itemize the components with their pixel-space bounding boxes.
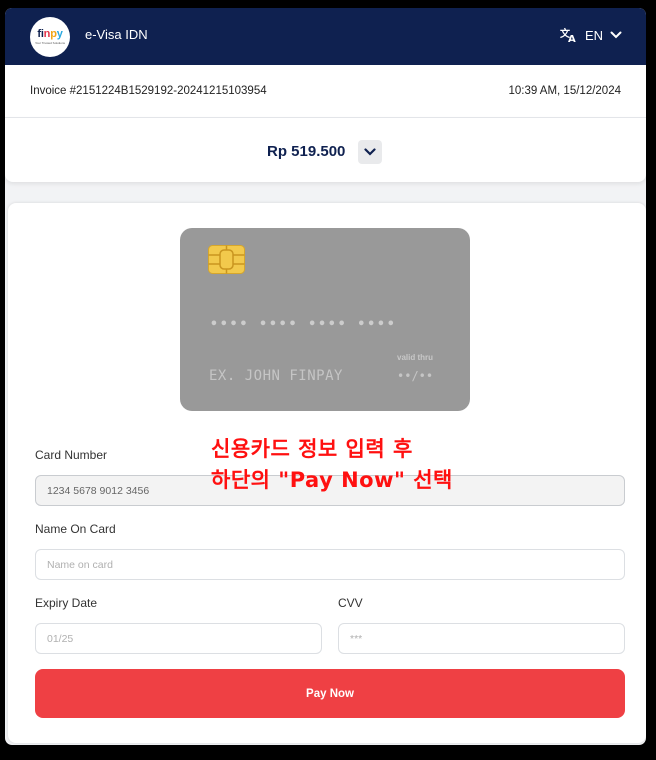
amount-value: Rp 519.500 bbox=[267, 143, 346, 160]
translate-icon: 文 A bbox=[560, 27, 578, 43]
expiry-date-label: Expiry Date bbox=[35, 596, 98, 610]
pay-now-button[interactable]: Pay Now bbox=[35, 669, 625, 718]
credit-card-preview: •••• •••• •••• •••• EX. JOHN FINPAY vali… bbox=[180, 228, 470, 411]
annotation-line-2: 하단의 "Pay Now" 선택 bbox=[211, 468, 453, 492]
app-title: e-Visa IDN bbox=[85, 27, 148, 42]
cvv-input[interactable] bbox=[348, 631, 615, 646]
name-on-card-input[interactable] bbox=[45, 557, 615, 572]
invoice-number: Invoice #2151224B1529192-20241215103954 bbox=[30, 85, 267, 97]
finpay-logo: finpy Your Trusted Solutions bbox=[30, 17, 70, 57]
logo-tagline: Your Trusted Solutions bbox=[34, 41, 66, 45]
svg-text:A: A bbox=[568, 34, 576, 43]
payment-window: finpy Your Trusted Solutions e-Visa IDN … bbox=[5, 8, 646, 745]
annotation-line-1: 신용카드 정보 입력 후 bbox=[211, 437, 413, 461]
name-on-card-field[interactable] bbox=[35, 549, 625, 580]
card-expiry-mask: ••/•• bbox=[397, 369, 434, 383]
name-on-card-label: Name On Card bbox=[35, 522, 116, 536]
logo-wordmark: finpy bbox=[37, 28, 63, 40]
card-number-mask: •••• •••• •••• •••• bbox=[210, 317, 397, 332]
amount-details-toggle[interactable] bbox=[358, 140, 382, 164]
card-chip-icon bbox=[208, 245, 245, 279]
valid-thru-label: valid thru bbox=[397, 353, 434, 362]
expiry-date-input[interactable] bbox=[45, 631, 312, 646]
card-holder-name: EX. JOHN FINPAY bbox=[209, 368, 343, 384]
cvv-label: CVV bbox=[338, 596, 363, 610]
amount-panel: Rp 519.500 bbox=[5, 118, 646, 182]
language-selector[interactable]: 文 A EN bbox=[560, 27, 622, 43]
invoice-row: Invoice #2151224B1529192-20241215103954 … bbox=[5, 65, 646, 118]
expiry-date-field[interactable] bbox=[35, 623, 322, 654]
language-label: EN bbox=[584, 27, 603, 43]
invoice-datetime: 10:39 AM, 15/12/2024 bbox=[508, 85, 621, 97]
top-bar: finpy Your Trusted Solutions e-Visa IDN … bbox=[5, 8, 646, 65]
card-number-label: Card Number bbox=[35, 448, 108, 462]
instruction-annotation: 신용카드 정보 입력 후 하단의 "Pay Now" 선택 bbox=[211, 434, 453, 496]
chevron-down-icon bbox=[364, 143, 376, 161]
chevron-down-icon bbox=[610, 31, 622, 39]
cvv-field[interactable] bbox=[338, 623, 625, 654]
